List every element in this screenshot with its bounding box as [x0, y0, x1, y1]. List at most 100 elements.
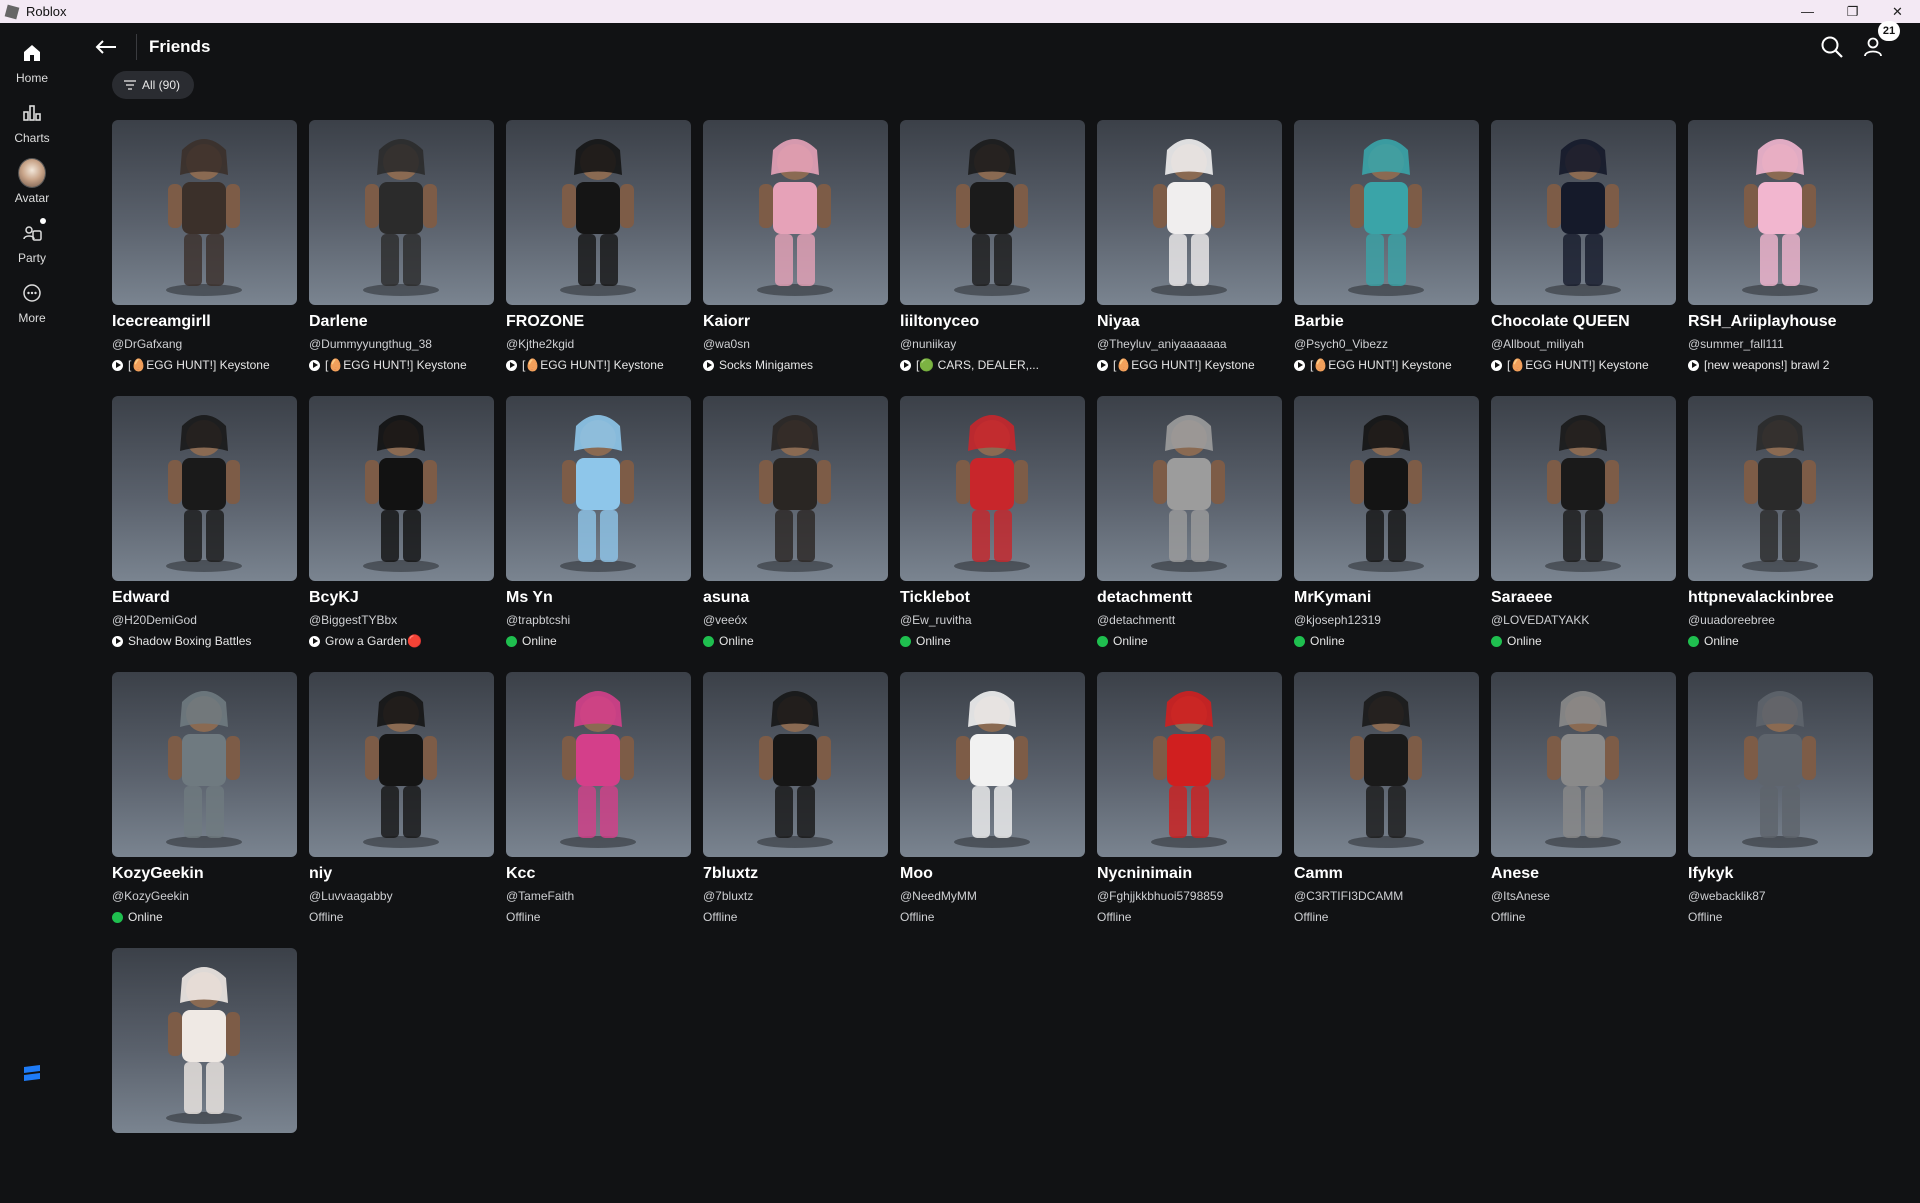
friend-status[interactable]: [🟢 CARS, DEALER,...: [900, 358, 1085, 372]
friend-card[interactable]: niy @Luvvaagabby Offline: [309, 672, 494, 927]
friend-avatar-thumbnail[interactable]: [1491, 396, 1676, 581]
friend-avatar-thumbnail[interactable]: [506, 396, 691, 581]
notifications-button[interactable]: 21: [1858, 21, 1900, 63]
friend-card[interactable]: Ms Yn @trapbtcshi Online: [506, 396, 691, 651]
friend-display-name[interactable]: Nycninimain: [1097, 865, 1282, 883]
friend-status[interactable]: [🥚EGG HUNT!] Keystone: [1294, 358, 1479, 372]
sidebar-item-more[interactable]: More: [0, 279, 64, 325]
friend-card[interactable]: 7bluxtz @7bluxtz Offline: [703, 672, 888, 927]
friend-card[interactable]: liiltonyceo @nuniikay [🟢 CARS, DEALER,...: [900, 120, 1085, 375]
friend-display-name[interactable]: Barbie: [1294, 313, 1479, 331]
friend-display-name[interactable]: Kaiorr: [703, 313, 888, 331]
friend-display-name[interactable]: MrKymani: [1294, 589, 1479, 607]
friend-avatar-thumbnail[interactable]: [506, 120, 691, 305]
friend-avatar-thumbnail[interactable]: [112, 120, 297, 305]
friend-display-name[interactable]: Icecreamgirll: [112, 313, 297, 331]
friend-display-name[interactable]: FROZONE: [506, 313, 691, 331]
friend-status[interactable]: [🥚EGG HUNT!] Keystone: [309, 358, 494, 372]
friend-avatar-thumbnail[interactable]: [900, 120, 1085, 305]
friend-avatar-thumbnail[interactable]: [309, 672, 494, 857]
friend-display-name[interactable]: Ms Yn: [506, 589, 691, 607]
back-button[interactable]: [86, 27, 126, 67]
friend-display-name[interactable]: asuna: [703, 589, 888, 607]
friend-display-name[interactable]: Anese: [1491, 865, 1676, 883]
friend-avatar-thumbnail[interactable]: [900, 396, 1085, 581]
friend-card[interactable]: BcyKJ @BiggestTYBbx Grow a Garden🔴: [309, 396, 494, 651]
friend-avatar-thumbnail[interactable]: [1294, 396, 1479, 581]
friend-display-name[interactable]: httpnevalackinbree: [1688, 589, 1873, 607]
friend-avatar-thumbnail[interactable]: [1097, 396, 1282, 581]
friend-status[interactable]: Shadow Boxing Battles: [112, 634, 297, 648]
friend-card[interactable]: httpnevalackinbree @uuadoreebree Online: [1688, 396, 1873, 651]
friend-card[interactable]: asuna @veeóx Online: [703, 396, 888, 651]
friend-avatar-thumbnail[interactable]: [703, 672, 888, 857]
filter-dropdown[interactable]: All (90): [112, 71, 195, 99]
friend-status[interactable]: [🥚EGG HUNT!] Keystone: [506, 358, 691, 372]
friend-display-name[interactable]: Niyaa: [1097, 313, 1282, 331]
friend-display-name[interactable]: BcyKJ: [309, 589, 494, 607]
friend-avatar-thumbnail[interactable]: [1097, 120, 1282, 305]
friend-avatar-thumbnail[interactable]: [112, 396, 297, 581]
friend-avatar-thumbnail[interactable]: [900, 672, 1085, 857]
friend-card[interactable]: KozyGeekin @KozyGeekin Online: [112, 672, 297, 927]
friend-card[interactable]: MrKymani @kjoseph12319 Online: [1294, 396, 1479, 651]
sidebar-item-home[interactable]: Home: [0, 39, 64, 85]
sidebar-item-charts[interactable]: Charts: [0, 99, 64, 145]
friend-avatar-thumbnail[interactable]: [703, 120, 888, 305]
friend-card[interactable]: Anese @ItsAnese Offline: [1491, 672, 1676, 927]
friend-card[interactable]: Kaiorr @wa0sn Socks Minigames: [703, 120, 888, 375]
friend-display-name[interactable]: Moo: [900, 865, 1085, 883]
friend-card[interactable]: Moo @NeedMyMM Offline: [900, 672, 1085, 927]
friend-card[interactable]: RSH_Ariiplayhouse @summer_fall111 [new wea…: [1688, 120, 1873, 375]
search-button[interactable]: [1816, 31, 1848, 63]
friend-display-name[interactable]: Ticklebot: [900, 589, 1085, 607]
friend-avatar-thumbnail[interactable]: [1294, 120, 1479, 305]
friend-avatar-thumbnail[interactable]: [1688, 672, 1873, 857]
friend-display-name[interactable]: Edward: [112, 589, 297, 607]
friend-avatar-thumbnail[interactable]: [1491, 672, 1676, 857]
friend-status[interactable]: [🥚EGG HUNT!] Keystone: [112, 358, 297, 372]
friend-display-name[interactable]: Saraeee: [1491, 589, 1676, 607]
friend-card[interactable]: Niyaa @Theyluv_aniyaaaaaaa [🥚EGG HUNT!] Ke…: [1097, 120, 1282, 375]
restore-button[interactable]: ❐: [1830, 0, 1875, 23]
friend-display-name[interactable]: niy: [309, 865, 494, 883]
friend-status[interactable]: [🥚EGG HUNT!] Keystone: [1097, 358, 1282, 372]
friend-status[interactable]: [new weapons!] brawl 2: [1688, 358, 1873, 372]
friend-card[interactable]: Icecreamgirll @DrGafxang [🥚EGG HUNT!] Keys…: [112, 120, 297, 375]
friend-card[interactable]: Ifykyk @webacklik87 Offline: [1688, 672, 1873, 927]
friend-avatar-thumbnail[interactable]: [703, 396, 888, 581]
friend-avatar-thumbnail[interactable]: [112, 672, 297, 857]
friend-display-name[interactable]: RSH_Ariiplayhouse: [1688, 313, 1873, 331]
friend-avatar-thumbnail[interactable]: [1688, 396, 1873, 581]
minimize-button[interactable]: —: [1785, 0, 1830, 23]
friend-status[interactable]: Grow a Garden🔴: [309, 634, 494, 648]
roblox-logo-icon[interactable]: [22, 1065, 42, 1083]
friend-card[interactable]: [112, 948, 297, 1203]
friend-avatar-thumbnail[interactable]: [1491, 120, 1676, 305]
friend-status[interactable]: Socks Minigames: [703, 358, 888, 372]
friend-display-name[interactable]: Kcc: [506, 865, 691, 883]
close-button[interactable]: ✕: [1875, 0, 1920, 23]
friend-avatar-thumbnail[interactable]: [1294, 672, 1479, 857]
friend-avatar-thumbnail[interactable]: [112, 948, 297, 1133]
friend-display-name[interactable]: 7bluxtz: [703, 865, 888, 883]
friend-display-name[interactable]: Chocolate QUEEN: [1491, 313, 1676, 331]
friend-card[interactable]: Chocolate QUEEN @Allbout_miliyah [🥚EGG HUN…: [1491, 120, 1676, 375]
friend-card[interactable]: Saraeee @LOVEDATYAKK Online: [1491, 396, 1676, 651]
friend-card[interactable]: Darlene @Dummyyungthug_38 [🥚EGG HUNT!] Key…: [309, 120, 494, 375]
friend-display-name[interactable]: Darlene: [309, 313, 494, 331]
friend-card[interactable]: Edward @H20DemiGod Shadow Boxing Battles: [112, 396, 297, 651]
friend-avatar-thumbnail[interactable]: [1097, 672, 1282, 857]
friend-card[interactable]: Barbie @Psych0_Vibezz [🥚EGG HUNT!] Keyston…: [1294, 120, 1479, 375]
friend-card[interactable]: detachmentt @detachmentt Online: [1097, 396, 1282, 651]
friend-card[interactable]: Kcc @TameFaith Offline: [506, 672, 691, 927]
friend-avatar-thumbnail[interactable]: [309, 396, 494, 581]
friend-display-name[interactable]: Camm: [1294, 865, 1479, 883]
friend-card[interactable]: Ticklebot @Ew_ruvitha Online: [900, 396, 1085, 651]
friend-display-name[interactable]: KozyGeekin: [112, 865, 297, 883]
friend-avatar-thumbnail[interactable]: [506, 672, 691, 857]
friend-status[interactable]: [🥚EGG HUNT!] Keystone: [1491, 358, 1676, 372]
friend-card[interactable]: Nycninimain @Fghjjkkbhuoi5798859 Offline: [1097, 672, 1282, 927]
sidebar-item-party[interactable]: Party: [0, 218, 64, 265]
friend-avatar-thumbnail[interactable]: [1688, 120, 1873, 305]
